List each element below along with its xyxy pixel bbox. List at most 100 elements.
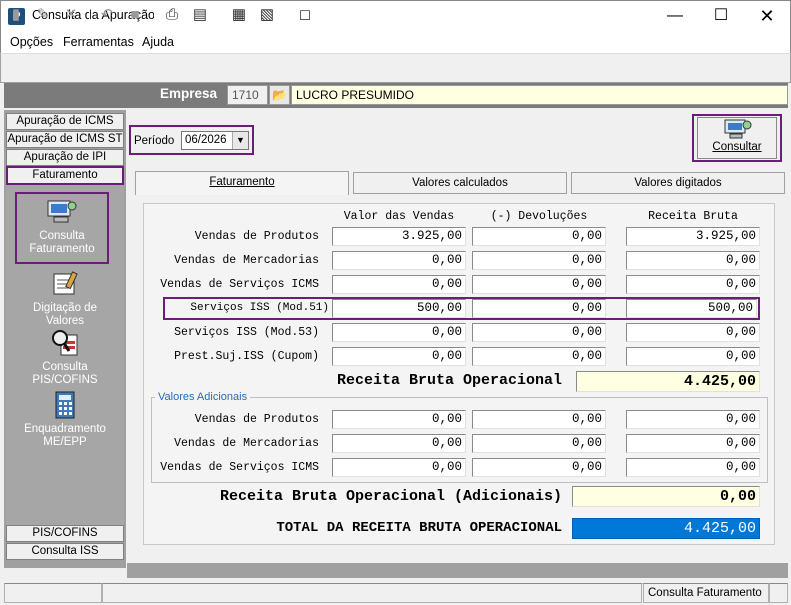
valores-adicionais-label: Valores Adicionais xyxy=(155,391,251,403)
devolucoes-field: 0,00 xyxy=(472,275,606,294)
nav-consulta-faturamento[interactable]: Consulta Faturamento xyxy=(15,192,109,264)
undo-icon[interactable]: ↶ xyxy=(96,4,118,26)
vendas-field: 0,00 xyxy=(332,458,466,477)
print-icon[interactable]: ⎙ xyxy=(161,4,183,26)
menu-opcoes[interactable]: Opções xyxy=(10,35,53,49)
tab-faturamento[interactable]: Faturamento xyxy=(6,166,124,185)
column-header: Valor das Vendas xyxy=(343,210,455,223)
row-label: Serviços ISS (Mod.53) xyxy=(174,326,319,339)
row-label: Serviços ISS (Mod.51) xyxy=(190,302,329,314)
nav-consulta-pis-cofins[interactable]: Consulta PIS/COFINS xyxy=(6,329,124,387)
receita-bruta-adicionais-label: Receita Bruta Operacional (Adicionais) xyxy=(219,488,562,505)
column-header: Receita Bruta xyxy=(648,210,738,223)
new-icon[interactable]: ▮ xyxy=(5,4,27,26)
tab-label: Valores digitados xyxy=(634,177,722,189)
exit-door-icon[interactable]: ◻ xyxy=(294,4,316,26)
delete-icon[interactable]: ✕ xyxy=(60,4,82,26)
report-icon[interactable]: ▦ xyxy=(228,4,250,26)
magnifier-document-icon xyxy=(49,329,81,357)
vendas-field: 0,00 xyxy=(332,347,466,366)
receita-bruta-label: Receita Bruta Operacional xyxy=(336,372,562,389)
receita-field: 0,00 xyxy=(626,434,760,453)
devolucoes-field: 0,00 xyxy=(472,251,606,270)
tab-label: Faturamento xyxy=(209,176,275,188)
receita-field: 0,00 xyxy=(626,458,760,477)
row-label: Vendas de Serviços ICMS xyxy=(160,461,319,474)
status-cell xyxy=(102,583,642,603)
row-label: Vendas de Produtos xyxy=(194,230,319,243)
status-cell xyxy=(769,583,788,603)
receita-field: 3.925,00 xyxy=(626,227,760,246)
row-label: Vendas de Mercadorias xyxy=(174,254,319,267)
toolbar-separator xyxy=(89,5,90,25)
vendas-field: 0,00 xyxy=(332,323,466,342)
total-label: TOTAL DA RECEITA BRUTA OPERACIONAL xyxy=(276,520,562,536)
tab-valores-calculados[interactable]: Valores calculados xyxy=(353,172,567,194)
status-cell xyxy=(4,583,102,603)
receita-field: 0,00 xyxy=(626,251,760,270)
folder-icon[interactable]: 📂 xyxy=(269,85,290,105)
nav-label: Consulta Faturamento xyxy=(29,230,95,255)
calculator-icon xyxy=(49,391,81,419)
empresa-name-field: LUCRO PRESUMIDO xyxy=(291,85,788,105)
devolucoes-field: 0,00 xyxy=(472,410,606,429)
consultar-button[interactable]: Consultar xyxy=(697,117,777,159)
diario-icon[interactable]: ▧ xyxy=(256,4,278,26)
close-button[interactable]: ✕ xyxy=(744,0,790,32)
stop-icon[interactable]: ■ xyxy=(124,4,146,26)
toolbar-separator xyxy=(154,5,155,25)
nav-label: Digitação de Valores xyxy=(33,302,97,327)
receita-field: 0,00 xyxy=(626,323,760,342)
vendas-field: 0,00 xyxy=(332,275,466,294)
receita-bruta-adicionais-field: 0,00 xyxy=(572,486,760,507)
devolucoes-field: 0,00 xyxy=(472,347,606,366)
tab-apuracao-icms-st[interactable]: Apuração de ICMS ST xyxy=(6,131,124,148)
nav-label: Consulta PIS/COFINS xyxy=(32,361,98,386)
toolbar xyxy=(0,53,791,83)
vendas-field: 500,00 xyxy=(332,299,466,318)
tab-faturamento-view[interactable]: Faturamento xyxy=(135,171,349,195)
print-preview-icon[interactable]: ▤ xyxy=(189,4,211,26)
edit-icon[interactable]: ✎ xyxy=(32,4,54,26)
row-label: Vendas de Serviços ICMS xyxy=(160,278,319,291)
tab-apuracao-icms[interactable]: Apuração de ICMS xyxy=(6,113,124,130)
tab-pis-cofins[interactable]: PIS/COFINS xyxy=(6,525,124,542)
nav-digitacao-valores[interactable]: Digitação de Valores xyxy=(6,270,124,328)
computer-icon xyxy=(724,119,752,139)
empresa-code-field[interactable]: 1710 xyxy=(227,85,268,105)
periodo-label: Período xyxy=(134,135,175,147)
row-label: Vendas de Mercadorias xyxy=(174,437,319,450)
total-field: 4.425,00 xyxy=(572,518,760,539)
devolucoes-field: 0,00 xyxy=(472,434,606,453)
devolucoes-field: 0,00 xyxy=(472,323,606,342)
toolbar-separator xyxy=(220,5,221,25)
receita-field: 0,00 xyxy=(626,275,760,294)
chevron-down-icon[interactable]: ▼ xyxy=(232,132,248,149)
vendas-field: 0,00 xyxy=(332,410,466,429)
status-text: Consulta Faturamento xyxy=(643,583,769,603)
receita-field: 0,00 xyxy=(626,410,760,429)
toolbar-separator xyxy=(287,5,288,25)
tab-apuracao-ipi[interactable]: Apuração de IPI xyxy=(6,149,124,166)
row-label: Prest.Suj.ISS (Cupom) xyxy=(174,350,319,363)
nav-enquadramento[interactable]: Enquadramento ME/EPP xyxy=(6,391,124,449)
bottom-strip xyxy=(127,563,788,578)
vendas-field: 3.925,00 xyxy=(332,227,466,246)
row-label: Vendas de Produtos xyxy=(194,413,319,426)
devolucoes-field: 0,00 xyxy=(472,227,606,246)
consultar-label: Consultar xyxy=(712,141,762,153)
receita-field: 0,00 xyxy=(626,347,760,366)
receita-field: 500,00 xyxy=(626,299,757,318)
vendas-field: 0,00 xyxy=(332,434,466,453)
vendas-field: 0,00 xyxy=(332,251,466,270)
receita-bruta-field: 4.425,00 xyxy=(576,371,760,392)
notepad-icon xyxy=(49,270,81,298)
tab-consulta-iss[interactable]: Consulta ISS xyxy=(6,543,124,560)
maximize-button[interactable]: ☐ xyxy=(698,0,744,32)
tab-valores-digitados[interactable]: Valores digitados xyxy=(571,172,785,194)
menu-ajuda[interactable]: Ajuda xyxy=(142,35,174,49)
menu-ferramentas[interactable]: Ferramentas xyxy=(63,35,134,49)
computer-icon xyxy=(46,198,78,226)
column-header: (-) Devoluções xyxy=(490,210,588,223)
minimize-button[interactable]: — xyxy=(652,0,698,32)
